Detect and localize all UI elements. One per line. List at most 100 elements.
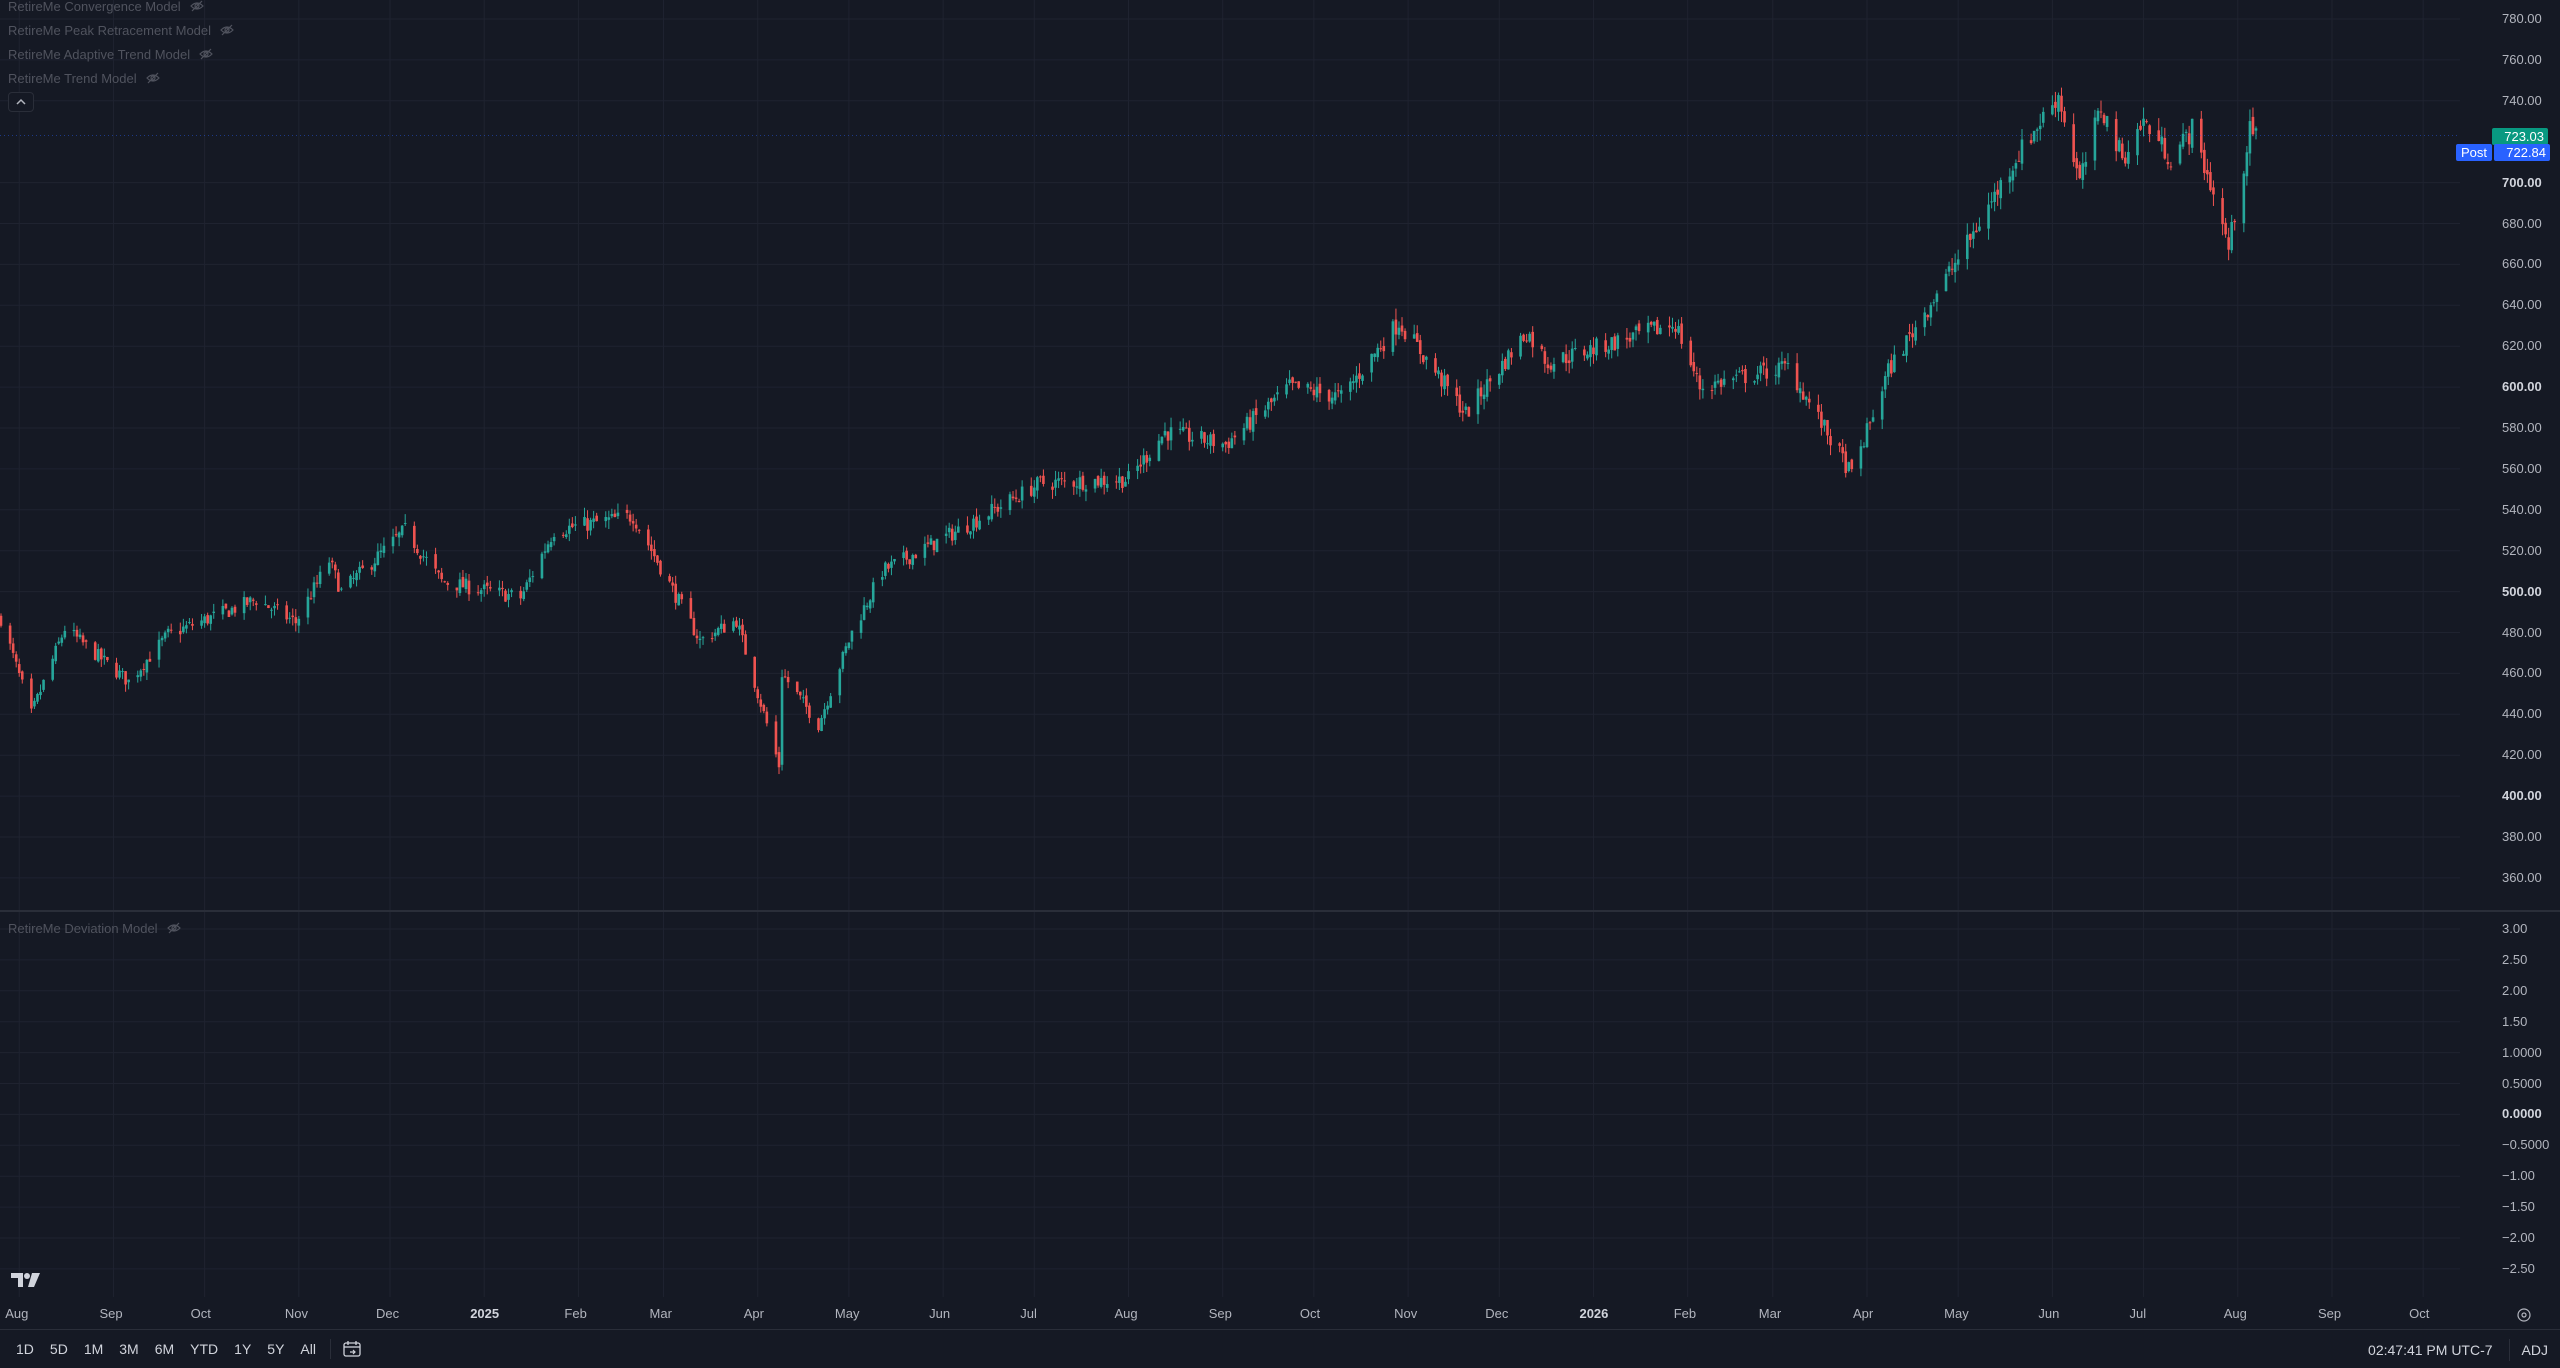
candle <box>2242 170 2246 233</box>
time-tick-label: Sep <box>2317 1306 2342 1321</box>
candle-body <box>1561 352 1565 363</box>
candle <box>871 577 875 608</box>
candle <box>1975 222 1978 233</box>
candle <box>2181 123 2185 150</box>
candle-body <box>312 582 316 598</box>
candle <box>2136 122 2139 166</box>
candle-body <box>264 604 267 606</box>
deviation-pane[interactable]: RetireMe Deviation Model <box>0 912 2460 1297</box>
candle-body <box>2075 158 2078 169</box>
candle <box>294 609 298 632</box>
eye-off-icon[interactable] <box>198 46 214 62</box>
legend-row-2[interactable]: RetireMe Peak Retracement Model <box>8 18 235 42</box>
deviation-axis[interactable]: 3.00 2.50 2.00 1.50 1.0000 0.5000 0.0000 −0.500… <box>2460 912 2560 1297</box>
candle <box>1349 377 1352 401</box>
tradingview-logo[interactable] <box>10 1270 42 1290</box>
candle <box>1060 472 1063 486</box>
candle-body <box>355 573 358 581</box>
candle <box>337 568 340 592</box>
candle-body <box>823 709 826 719</box>
range-button-all[interactable]: All <box>292 1334 324 1364</box>
legend-row-1[interactable]: RetireMe Convergence Model <box>8 0 235 18</box>
candle-body <box>1908 332 1911 334</box>
candle-body <box>1476 388 1480 415</box>
candle-body <box>586 518 589 531</box>
candle <box>1519 332 1522 360</box>
candle <box>1042 469 1045 487</box>
candle-body <box>2057 95 2060 112</box>
candle <box>476 585 480 596</box>
range-button-5y[interactable]: 5Y <box>259 1334 292 1364</box>
candle <box>2051 95 2054 116</box>
eye-off-icon[interactable] <box>219 22 235 38</box>
candle-body <box>1455 387 1459 397</box>
candle-body <box>1947 266 1951 272</box>
candle <box>148 651 152 662</box>
deviation-legend: RetireMe Deviation Model <box>8 920 182 936</box>
candle <box>2184 129 2188 143</box>
candle-body <box>1762 362 1765 366</box>
candle <box>780 669 784 771</box>
eye-off-icon[interactable] <box>189 0 205 14</box>
candle-body <box>786 677 790 683</box>
eye-off-icon[interactable] <box>145 70 161 86</box>
candle-body <box>1227 441 1231 448</box>
candle-body <box>656 555 659 563</box>
candle <box>419 555 422 565</box>
candle-body <box>200 620 203 626</box>
candle <box>39 684 42 700</box>
candle-body <box>859 620 863 633</box>
candle-body <box>841 651 845 669</box>
candle-body <box>440 572 443 580</box>
adj-toggle[interactable]: ADJ <box>2508 1338 2560 1361</box>
range-button-1y[interactable]: 1Y <box>226 1334 259 1364</box>
chart-settings-button[interactable] <box>2514 1305 2534 1325</box>
candle <box>999 499 1003 518</box>
range-button-1m[interactable]: 1M <box>76 1334 111 1364</box>
candle <box>288 612 292 624</box>
range-button-1d[interactable]: 1D <box>0 1334 42 1364</box>
candle <box>592 510 595 529</box>
legend-collapse-button[interactable] <box>8 92 34 112</box>
time-axis[interactable]: Aug Sep Oct Nov Dec 2025 Feb Mar Apr May Jun Jul Aug… <box>0 1297 2460 1329</box>
legend-row-4[interactable]: RetireMe Trend Model <box>8 66 235 90</box>
candle-body <box>957 526 960 533</box>
candle-body <box>185 625 188 629</box>
candle-body <box>11 643 15 653</box>
candle <box>136 670 140 683</box>
candle-body <box>1458 394 1462 413</box>
candle <box>637 529 641 534</box>
candle-body <box>871 582 875 603</box>
candle <box>1266 397 1270 418</box>
candle-body <box>2157 130 2161 141</box>
range-button-6m[interactable]: 6M <box>147 1334 182 1364</box>
eye-off-icon[interactable] <box>166 920 182 936</box>
range-button-5d[interactable]: 5D <box>42 1334 76 1364</box>
candle-body <box>829 696 832 708</box>
candle-body <box>2190 118 2194 148</box>
go-to-date-button[interactable] <box>337 1334 367 1364</box>
legend-row-3[interactable]: RetireMe Adaptive Trend Model <box>8 42 235 66</box>
range-button-3m[interactable]: 3M <box>111 1334 146 1364</box>
candle-body <box>485 582 489 586</box>
candle-body <box>1978 226 1981 231</box>
candle <box>1036 475 1039 499</box>
candle <box>1838 442 1841 453</box>
candle <box>2221 188 2224 236</box>
candle <box>1996 180 1999 206</box>
candle-body <box>1230 438 1234 449</box>
main-chart-pane[interactable]: RetireMe Convergence Model RetireMe Peak … <box>0 0 2460 910</box>
candle <box>844 642 848 656</box>
candlestick-chart[interactable] <box>0 0 2460 910</box>
clock-timezone[interactable]: 02:47:41 PM UTC-7 <box>2352 1342 2509 1358</box>
candle <box>1358 363 1361 389</box>
candle-body <box>564 534 568 538</box>
range-button-ytd[interactable]: YTD <box>182 1334 226 1364</box>
candle-body <box>1744 368 1747 384</box>
candle-body <box>163 632 167 639</box>
candle-body <box>1996 189 1999 195</box>
candle-body <box>723 623 726 633</box>
candle <box>1552 357 1556 379</box>
candle-body <box>759 699 763 707</box>
candle <box>461 569 465 588</box>
